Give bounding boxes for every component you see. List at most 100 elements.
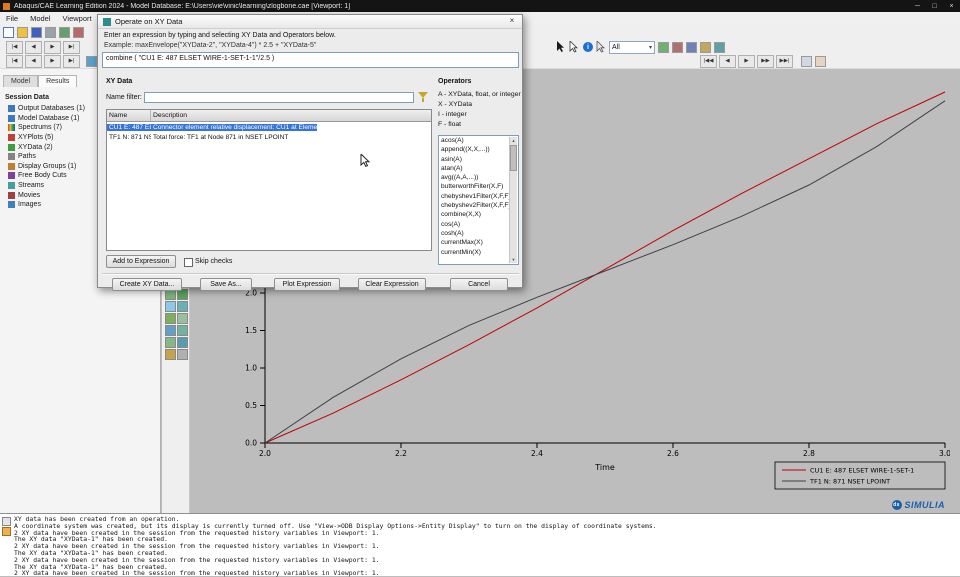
x-tick-label: 2.4 <box>531 449 543 458</box>
render-shaded-icon[interactable] <box>686 41 697 53</box>
menu-file[interactable]: File <box>0 14 24 23</box>
toolbox-button-7[interactable] <box>165 325 176 336</box>
mouse-cursor <box>360 154 371 168</box>
column-description[interactable]: Description <box>151 110 431 121</box>
expression-input[interactable]: combine ( "CU1 E: 487 ELSET WIRE-1-SET-1… <box>102 52 519 68</box>
operator-legend-x: X - XYData <box>438 101 472 108</box>
frame-next-button[interactable]: ▶ <box>44 40 61 54</box>
sweep-extrude-icon[interactable] <box>714 41 725 53</box>
close-button[interactable]: × <box>943 3 960 10</box>
clear-expression-button[interactable]: Clear Expression <box>358 278 426 291</box>
record-animation-icon[interactable] <box>815 55 826 67</box>
operator-item[interactable]: acos(A) <box>439 136 510 145</box>
save-icon[interactable] <box>31 27 42 38</box>
toolbox-button-4[interactable] <box>177 301 188 312</box>
toolbox-button-8[interactable] <box>177 325 188 336</box>
tools-icon-2[interactable] <box>73 27 84 38</box>
message-log-icon[interactable] <box>2 517 11 526</box>
frame-last-button[interactable]: ▶| <box>63 40 80 54</box>
frame-first-button[interactable]: |◀ <box>6 40 23 54</box>
operator-item[interactable]: chebyshev2Filter(X,F,F) <box>439 201 510 210</box>
operators-scrollbar[interactable]: ▲ ▼ <box>509 137 517 263</box>
xy-data-table[interactable]: Name Description CU1 E: 487 ELSET W Conn… <box>106 109 432 251</box>
operators-list[interactable]: acos(A) append((X,X,...)) asin(A) atan(A… <box>438 135 519 265</box>
cancel-button[interactable]: Cancel <box>450 278 508 291</box>
operator-item[interactable]: combine(X,X) <box>439 210 510 219</box>
print-icon[interactable] <box>45 27 56 38</box>
anim-last-button[interactable]: ▶▶| <box>776 54 793 68</box>
tools-icon-1[interactable] <box>59 27 70 38</box>
operate-on-xy-data-dialog: Operate on XY Data × Enter an expression… <box>97 14 523 291</box>
result-first-button[interactable]: |◀ <box>6 54 23 68</box>
minimize-button[interactable]: ─ <box>909 3 926 10</box>
dialog-close-icon[interactable]: × <box>505 16 519 27</box>
operator-item[interactable]: currentMax(X) <box>439 238 510 247</box>
toolbox-button-5[interactable] <box>165 313 176 324</box>
query-info-icon[interactable]: i <box>583 42 593 52</box>
operator-item[interactable]: butterworthFilter(X,F) <box>439 182 510 191</box>
database-icon <box>8 105 15 113</box>
toolbox-button-11[interactable] <box>165 349 176 360</box>
operators-section-label: Operators <box>438 78 472 85</box>
select-cursor-icon[interactable] <box>556 41 566 53</box>
snapshot-icon[interactable] <box>801 55 812 67</box>
result-next-button[interactable]: ▶ <box>44 54 61 68</box>
display-group-combo[interactable]: All ▾ <box>609 40 655 54</box>
scroll-up-icon[interactable]: ▲ <box>510 137 517 144</box>
operator-item[interactable]: avg((A,A,...)) <box>439 173 510 182</box>
add-to-expression-button[interactable]: Add to Expression <box>106 255 176 268</box>
create-xy-data-button[interactable]: Create XY Data... <box>112 278 182 291</box>
save-as-button[interactable]: Save As... <box>200 278 252 291</box>
operator-item[interactable]: cosh(A) <box>439 229 510 238</box>
operator-item[interactable]: cos(A) <box>439 220 510 229</box>
result-prev-button[interactable]: ◀ <box>25 54 42 68</box>
table-row[interactable]: TF1 N: 871 NSET LP Total force: TF1 at N… <box>107 132 431 142</box>
brand-text: SIMULIA <box>904 500 945 510</box>
anim-next-button[interactable]: ▶▶ <box>757 54 774 68</box>
toolbox-button-6[interactable] <box>177 313 188 324</box>
result-last-button[interactable]: ▶| <box>63 54 80 68</box>
render-wireframe-icon[interactable] <box>658 41 669 53</box>
message-line: 2 XY data have been created in the sessi… <box>14 569 380 577</box>
render-hidden-icon[interactable] <box>672 41 683 53</box>
scrollbar-thumb[interactable] <box>510 145 517 171</box>
name-filter-input[interactable] <box>144 92 414 103</box>
operator-item[interactable]: currentMin(X) <box>439 248 510 257</box>
toolbox-button-12[interactable] <box>177 349 188 360</box>
frame-prev-button[interactable]: ◀ <box>25 40 42 54</box>
toolbox-button-9[interactable] <box>165 337 176 348</box>
table-header: Name Description <box>107 110 431 122</box>
operator-item[interactable]: append((X,X,...)) <box>439 145 510 154</box>
operator-item[interactable]: asin(A) <box>439 155 510 164</box>
operator-item[interactable]: atan(A) <box>439 164 510 173</box>
y-tick-label: 1.0 <box>245 364 257 373</box>
operator-item[interactable]: chebyshev1Filter(X,F,F) <box>439 192 510 201</box>
anim-play-button[interactable]: ▶ <box>738 54 755 68</box>
filter-funnel-icon[interactable] <box>418 92 428 102</box>
toolbox-button-10[interactable] <box>177 337 188 348</box>
column-name[interactable]: Name <box>107 110 151 121</box>
table-row-selected[interactable]: CU1 E: 487 ELSET W Connector element rel… <box>107 122 431 132</box>
plot-expression-button[interactable]: Plot Expression <box>274 278 340 291</box>
maximize-button[interactable]: □ <box>926 3 943 10</box>
tab-model[interactable]: Model <box>3 75 39 87</box>
open-folder-icon[interactable] <box>17 27 28 38</box>
probe-cursor-icon[interactable] <box>596 41 606 53</box>
menu-model[interactable]: Model <box>24 14 56 23</box>
toolbox-button-3[interactable] <box>165 301 176 312</box>
query-cursor-icon[interactable] <box>569 41 579 53</box>
dialog-titlebar[interactable]: Operate on XY Data × <box>98 15 522 29</box>
name-filter-label: Name filter: <box>106 94 142 101</box>
tab-results[interactable]: Results <box>38 75 78 87</box>
new-file-icon[interactable] <box>3 27 14 38</box>
kernel-cli-icon[interactable] <box>2 527 11 536</box>
stream-icon <box>8 182 15 190</box>
skip-checks-checkbox[interactable] <box>184 258 193 267</box>
scroll-down-icon[interactable]: ▼ <box>510 256 517 263</box>
menu-viewport[interactable]: Viewport <box>57 14 98 23</box>
anim-prev-button[interactable]: ◀ <box>719 54 736 68</box>
legend-label: TF1 N: 871 NSET LPOINT <box>809 478 890 486</box>
message-area[interactable]: XY data has been created from an operati… <box>0 513 960 577</box>
anim-first-button[interactable]: |◀◀ <box>700 54 717 68</box>
view-cut-icon[interactable] <box>700 41 711 53</box>
